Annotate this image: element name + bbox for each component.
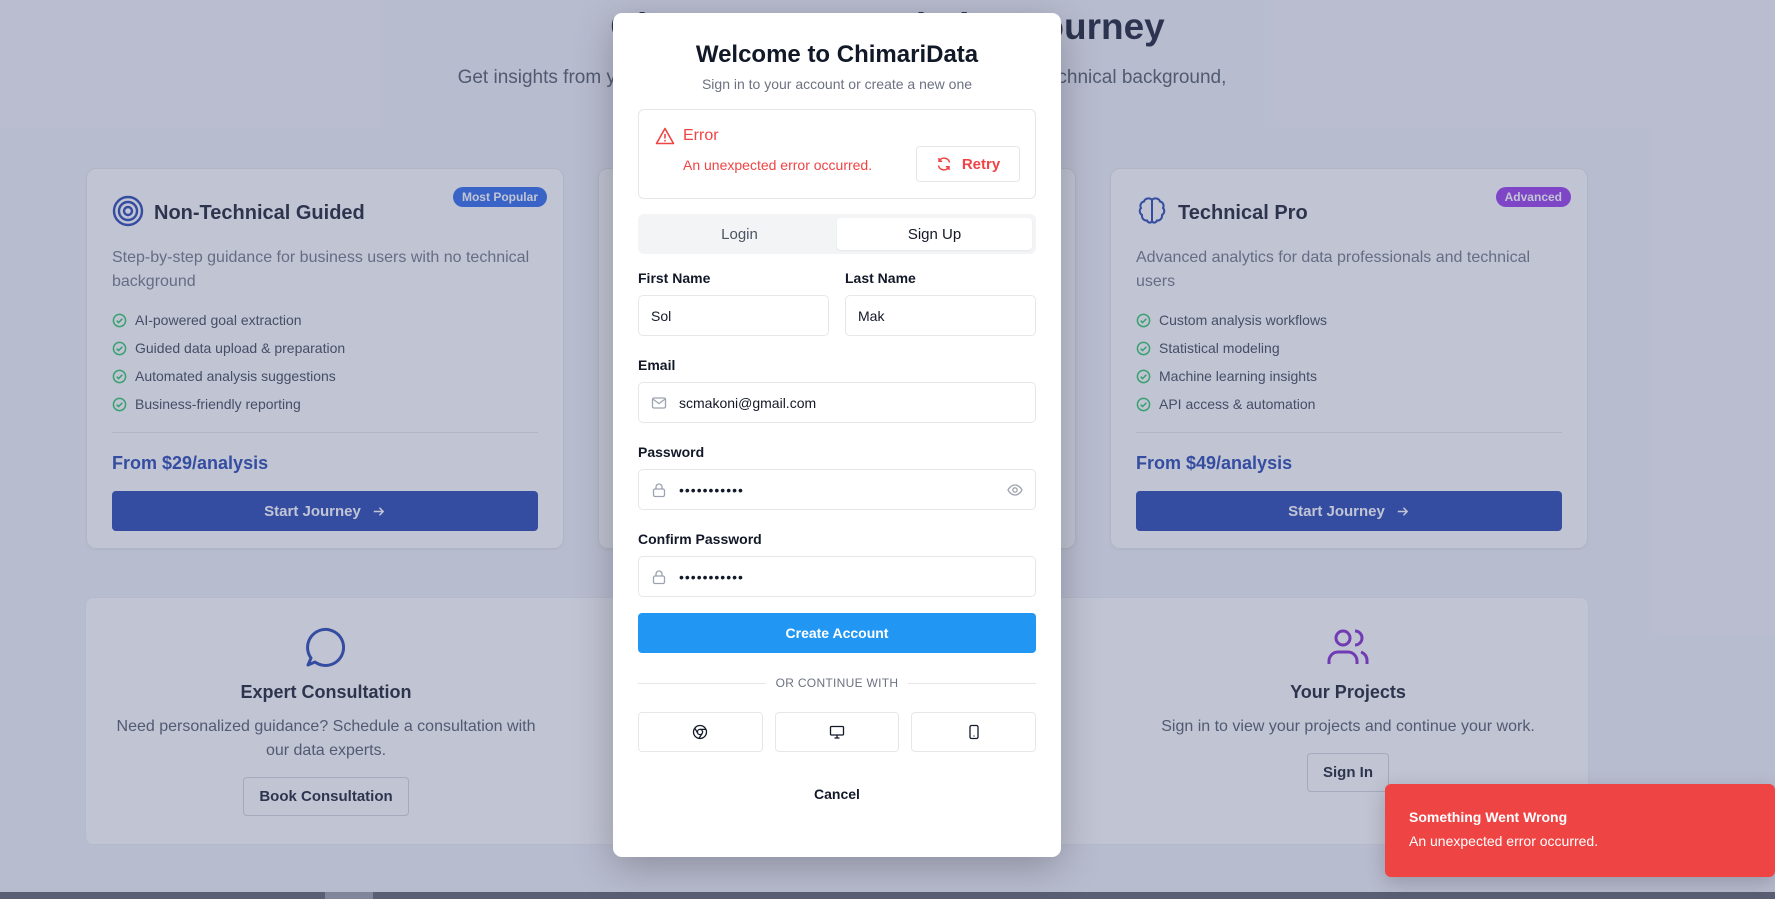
password-input[interactable]: ••••••••••• <box>638 469 1036 510</box>
monitor-icon <box>829 725 845 739</box>
error-alert: Error An unexpected error occurred. Retr… <box>638 109 1036 199</box>
modal-title: Welcome to ChimariData <box>695 41 979 68</box>
smartphone-icon <box>969 724 979 740</box>
tab-login[interactable]: Login <box>642 218 837 250</box>
mobile-signin-button[interactable] <box>911 712 1037 752</box>
tab-signup[interactable]: Sign Up <box>837 218 1032 250</box>
lock-icon <box>652 482 666 497</box>
chrome-icon <box>693 724 708 740</box>
refresh-icon <box>937 157 951 171</box>
confirm-password-input[interactable]: ••••••••••• <box>638 556 1036 597</box>
mail-icon <box>651 396 667 409</box>
auth-modal: Welcome to ChimariData Sign in to your a… <box>613 13 1061 857</box>
first-name-label: First Name <box>638 270 711 286</box>
cancel-button[interactable]: Cancel <box>638 786 1036 802</box>
alert-triangle-icon <box>655 127 675 145</box>
email-label: Email <box>638 357 676 373</box>
create-account-button[interactable]: Create Account <box>638 613 1036 653</box>
first-name-input[interactable]: Sol <box>638 295 829 336</box>
lock-icon <box>652 569 666 584</box>
error-toast[interactable]: Something Went Wrong An unexpected error… <box>1385 784 1775 877</box>
eye-icon[interactable] <box>1007 482 1023 498</box>
last-name-input[interactable]: Mak <box>845 295 1036 336</box>
retry-button[interactable]: Retry <box>916 146 1020 182</box>
confirm-password-label: Confirm Password <box>638 531 762 547</box>
modal-subtitle: Sign in to your account or create a new … <box>701 76 973 92</box>
desktop-signin-button[interactable] <box>774 712 900 752</box>
google-signin-button[interactable] <box>638 712 763 752</box>
password-label: Password <box>638 444 705 460</box>
or-divider: OR CONTINUE WITH <box>638 676 1037 690</box>
last-name-label: Last Name <box>845 270 916 286</box>
email-input[interactable]: scmakoni@gmail.com <box>638 382 1036 423</box>
auth-tabs: Login Sign Up <box>638 214 1036 254</box>
error-title: Error <box>683 127 719 144</box>
toast-title: Something Went Wrong <box>1409 809 1568 825</box>
error-message: An unexpected error occurred. <box>683 157 873 173</box>
toast-message: An unexpected error occurred. <box>1409 833 1599 849</box>
